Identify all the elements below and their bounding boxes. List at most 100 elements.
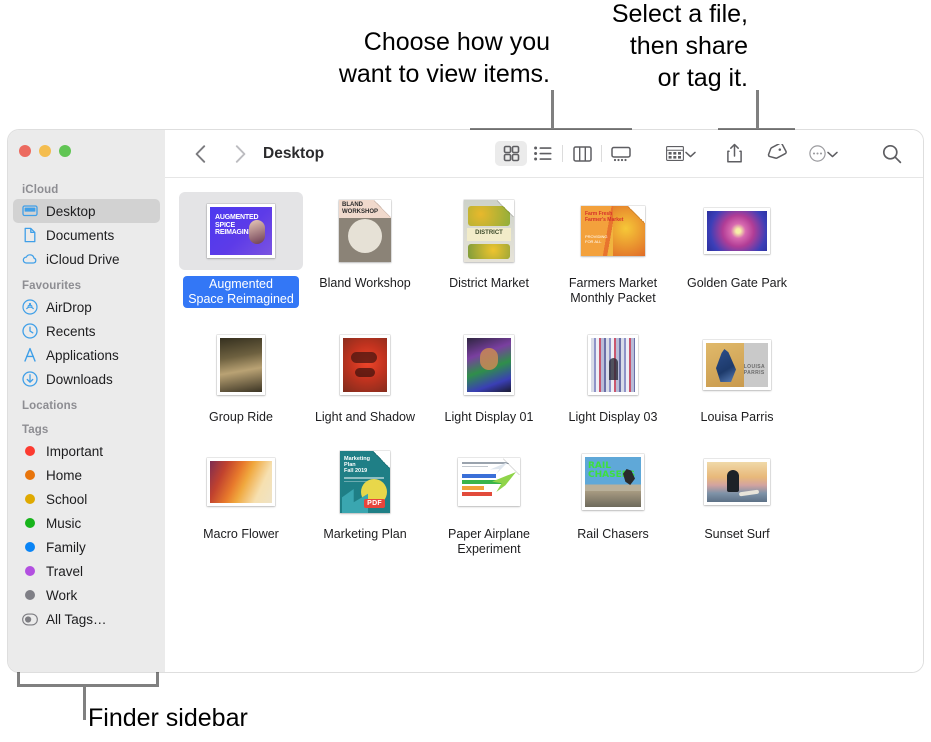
page-fold-icon [503,458,520,475]
sidebar-item-work[interactable]: Work [13,583,160,607]
sidebar-item-family[interactable]: Family [13,535,160,559]
file-item[interactable]: Golden Gate Park [675,192,799,308]
file-thumbnail[interactable] [303,326,427,404]
file-thumbnail[interactable]: Marketing Plan Fall 2019 PDF [303,443,427,521]
group-by-button[interactable] [661,141,701,167]
zoom-button[interactable] [59,145,71,157]
file-label[interactable]: Marketing Plan [320,527,409,542]
file-thumbnail[interactable] [675,192,799,270]
sidebar-item-applications[interactable]: Applications [13,343,160,367]
file-label[interactable]: Light and Shadow [312,410,418,425]
file-item[interactable]: Light Display 01 [427,326,551,425]
sidebar-item-label: Recents [46,323,96,339]
tag-dot [22,539,38,555]
sidebar-section-header: iCloud [22,184,59,196]
file-label[interactable]: District Market [446,276,532,291]
more-actions-button[interactable] [804,141,843,167]
sidebar-item-icloud-drive[interactable]: iCloud Drive [13,247,160,271]
file-thumbnail[interactable]: AUGMENTED SPICE REIMAGINED [179,192,303,270]
file-label[interactable]: Augmented Space Reimagined [183,276,299,308]
file-item[interactable]: Light Display 03 [551,326,675,425]
file-label[interactable]: Macro Flower [200,527,282,542]
file-label[interactable]: Light Display 03 [566,410,661,425]
thumbnail-art: DISTRICT [464,200,514,262]
tag-button[interactable] [760,141,792,167]
icon-view-button[interactable] [495,141,527,166]
back-icon[interactable] [187,141,213,167]
segment-divider [562,145,563,162]
sidebar-item-label: School [46,491,88,507]
sidebar-list[interactable]: iCloud Desktop Documents iCloud Drive Favour… [8,175,165,672]
file-item[interactable]: AUGMENTED SPICE REIMAGINED Augmented Space … [179,192,303,308]
file-thumbnail[interactable]: BLAND WORKSHOP [303,192,427,270]
sidebar-item-recents[interactable]: Recents [13,319,160,343]
share-button[interactable] [721,141,748,167]
sidebar-item-all-tags[interactable]: All Tags… [13,607,160,631]
file-thumbnail[interactable] [179,326,303,404]
file-thumbnail[interactable]: Farm Fresh Farmer's Market PROVIDING FOR AL… [551,192,675,270]
page-fold-icon [497,200,514,217]
breadcrumb-path[interactable]: Desktop [263,145,324,163]
airdrop-icon [22,299,38,315]
file-label[interactable]: Golden Gate Park [684,276,790,291]
file-grid[interactable]: AUGMENTED SPICE REIMAGINED Augmented Space … [165,178,923,672]
file-thumbnail[interactable]: RAIL CHASERS [551,443,675,521]
file-thumbnail[interactable] [179,443,303,521]
file-label[interactable]: Bland Workshop [316,276,414,291]
file-label[interactable]: Light Display 01 [442,410,537,425]
sidebar-item-label: Family [46,539,86,555]
view-mode-segmented-control[interactable] [495,141,637,166]
file-thumbnail[interactable]: DISTRICT [427,192,551,270]
clock-icon [22,323,38,339]
file-thumbnail[interactable] [427,326,551,404]
file-thumbnail[interactable] [551,326,675,404]
file-label[interactable]: Rail Chasers [574,527,652,542]
sidebar-item-label: Downloads [46,371,113,387]
file-label[interactable]: Sunset Surf [701,527,772,542]
sidebar-item-label: AirDrop [46,299,92,315]
minimize-button[interactable] [39,145,51,157]
file-label[interactable]: Louisa Parris [698,410,777,425]
applications-icon [22,347,38,363]
forward-icon[interactable] [227,141,253,167]
sidebar-item-school[interactable]: School [13,487,160,511]
column-view-button[interactable] [566,141,598,166]
file-item[interactable]: Macro Flower [179,443,303,557]
sidebar-item-airdrop[interactable]: AirDrop [13,295,160,319]
file-item[interactable]: Sunset Surf [675,443,799,557]
callout-stem-share [756,90,759,130]
file-item[interactable]: DISTRICT District Market [427,192,551,308]
file-item[interactable]: Farm Fresh Farmer's Market PROVIDING FOR AL… [551,192,675,308]
file-thumbnail[interactable]: LOUISA PARRIS [675,326,799,404]
file-item[interactable]: Group Ride [179,326,303,425]
search-icon[interactable] [877,141,907,167]
sidebar-item-desktop[interactable]: Desktop [13,199,160,223]
sidebar-item-important[interactable]: Important [13,439,160,463]
thumbnail-art: Farm Fresh Farmer's Market PROVIDING FOR AL… [581,206,645,256]
file-item[interactable]: Marketing Plan Fall 2019 PDF Marketing Plan [303,443,427,557]
thumbnail-art: Marketing Plan Fall 2019 PDF [340,451,390,513]
finder-window: iCloud Desktop Documents iCloud Drive Favour… [8,130,923,672]
thumbnail-art [207,458,275,506]
close-button[interactable] [19,145,31,157]
file-item[interactable]: BLAND WORKSHOP Bland Workshop [303,192,427,308]
file-label[interactable]: Paper Airplane Experiment [445,527,533,557]
file-thumbnail[interactable] [675,443,799,521]
sidebar-item-home[interactable]: Home [13,463,160,487]
file-item[interactable]: RAIL CHASERS Rail Chasers [551,443,675,557]
sidebar-item-downloads[interactable]: Downloads [13,367,160,391]
file-thumbnail[interactable] [427,443,551,521]
thumbnail-art: LOUISA PARRIS [703,340,771,390]
finder-content: Desktop AUGMENTED SPICE REIMAGINED Augme… [165,130,923,672]
file-item[interactable]: LOUISA PARRIS Louisa Parris [675,326,799,425]
download-icon [22,371,38,387]
file-label[interactable]: Group Ride [206,410,276,425]
sidebar-item-music[interactable]: Music [13,511,160,535]
list-view-button[interactable] [527,141,559,166]
sidebar-item-documents[interactable]: Documents [13,223,160,247]
file-label[interactable]: Farmers Market Monthly Packet [566,276,660,306]
sidebar-item-travel[interactable]: Travel [13,559,160,583]
file-item[interactable]: Paper Airplane Experiment [427,443,551,557]
gallery-view-button[interactable] [605,141,637,166]
file-item[interactable]: Light and Shadow [303,326,427,425]
